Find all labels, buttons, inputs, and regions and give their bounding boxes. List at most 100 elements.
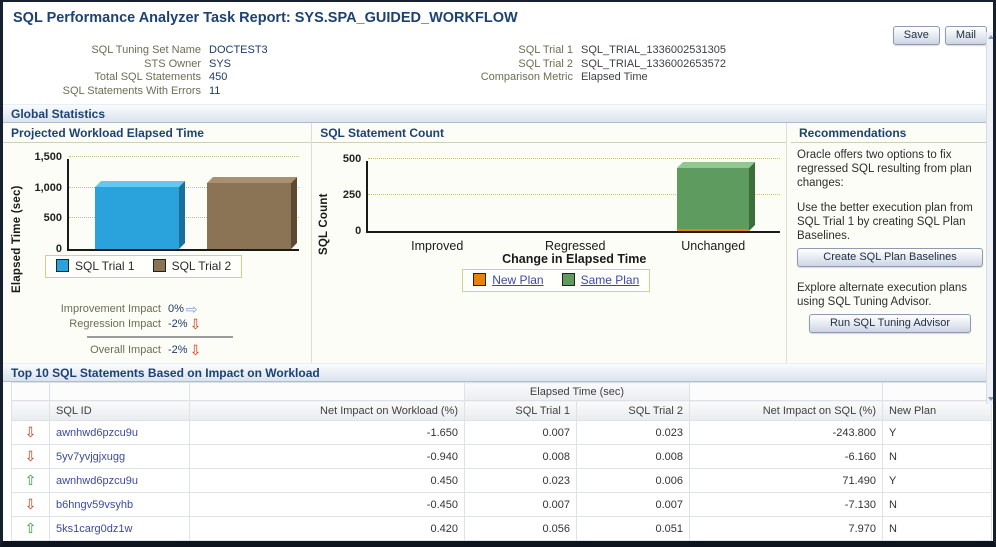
group-header-spacer [11,382,50,401]
recommendations-title: Recommendations [791,123,989,143]
new-plan-cell-container: Y [882,468,992,493]
improvement-impact-label: Improvement Impact [60,302,161,315]
elapsed-time-group-header: Elapsed Time (sec) [464,382,690,401]
net-impact-workload-cell-container: -0.940 [189,444,465,469]
trend-down-icon: ⇩ [24,424,37,440]
sql-id-link[interactable]: 5yv7yvjgjxugg [56,451,125,463]
bar-unchanged [677,161,756,231]
table-row: ⇩ b6hngv59vsyhb -0.450 0.007 0.007 -7.130 N [11,492,992,517]
sql-id-link[interactable]: b6hngv59vsyhb [56,499,133,511]
trial1-elapsed-cell-container: 0.056 [464,516,577,541]
overall-impact-value: -2% [168,343,188,356]
new-plan-column-header[interactable]: New Plan [882,400,992,421]
impact-divider [87,336,233,338]
net-impact-workload-cell-container: 0.450 [189,468,465,493]
bar-sql-trial-1 [95,181,185,249]
legend-item: New Plan [473,273,544,287]
sql-id-column-header[interactable]: SQL ID [49,400,190,421]
trial2-elapsed-cell-container: 0.006 [576,468,690,493]
net-impact-workload-cell: -0.450 [426,498,458,511]
sql-id-link[interactable]: awnhwd6pzcu9u [56,475,138,487]
trial2-elapsed-cell: 0.023 [655,426,683,439]
legend-label[interactable]: New Plan [492,273,543,287]
net-impact-sql-cell: -6.160 [844,450,876,463]
recommendations-paragraph-2: Use the better execution plan from SQL T… [797,202,973,242]
trend-up-icon-container: ⇧ [11,468,50,493]
summary-field-row: SQL Trial 2 SQL_TRIAL_1336002653572 [465,58,945,72]
legend-label[interactable]: Same Plan [581,273,640,287]
vertical-scrollbar[interactable] [986,32,993,404]
y-tick-label: 0 [55,243,62,255]
new-plan-cell-container: N [882,516,992,541]
report-page: SQL Performance Analyzer Task Report: SY… [0,0,996,547]
new-plan-cell: N [889,498,897,511]
trend-down-icon-container: ⇩ [11,492,50,517]
net-impact-sql-column-header[interactable]: Net Impact on SQL (%) [689,400,883,421]
net-impact-workload-column-header[interactable]: Net Impact on Workload (%) [189,400,465,421]
net-impact-sql-cell: 71.490 [842,474,876,487]
new-plan-cell-container: Y [882,420,992,445]
impact-summary: Improvement Impact 0% ⇨ Regression Impac… [3,301,311,357]
bar-side-face [291,177,297,249]
trend-down-icon: ⇩ [24,448,37,464]
regression-impact-arrow-icon: ⇩ [189,315,202,332]
new-plan-cell-container: N [882,444,992,469]
top-sql-title: Top 10 SQL Statements Based on Impact on… [11,366,320,380]
net-impact-sql-cell-container: 7.970 [689,516,883,541]
trial1-elapsed-cell: 0.056 [542,522,570,535]
trial1-elapsed-cell-container: 0.007 [464,492,577,517]
trial2-elapsed-cell: 0.006 [655,474,683,487]
improvement-impact-arrow-icon: ⇨ [185,300,198,317]
trend-column-header [11,400,50,421]
regression-impact-value: -2% [168,317,188,330]
sql-statement-count-panel: SQL Statement Count SQL Count 0 250 500 Imp… [312,123,787,363]
bar-sql-trial-2 [207,177,297,249]
trial1-elapsed-cell-container: 0.007 [464,420,577,445]
run-sql-tuning-advisor-button[interactable]: Run SQL Tuning Advisor [809,314,971,333]
overall-impact-row: Overall Impact -2% ⇩ [3,342,311,357]
create-sql-plan-baselines-button[interactable]: Create SQL Plan Baselines [797,248,983,267]
legend-label: SQL Trial 1 [75,259,135,273]
trial1-elapsed-cell: 0.008 [542,450,570,463]
new-plan-cell-container: N [882,492,992,517]
scroll-up-icon[interactable] [988,35,993,39]
net-impact-workload-cell: 0.450 [430,474,458,487]
field-label: SQL Trial 1 [518,44,573,56]
summary-field-row: SQL Tuning Set Name DOCTEST3 [3,44,465,58]
improvement-impact-row: Improvement Impact 0% ⇨ [3,301,311,316]
field-value: 11 [209,84,221,97]
bar-segment [677,229,750,231]
sql-id-link[interactable]: 5ks1carg0dz1w [56,523,132,535]
table-row: ⇩ 5yv7yvjgjxugg -0.940 0.008 0.008 -6.160 N [11,444,992,469]
legend-item: Same Plan [561,273,640,287]
y-tick-label: 500 [43,212,62,225]
mail-button[interactable]: Mail [944,26,987,45]
global-statistics-title: Global Statistics [11,107,106,121]
trial2-column-header[interactable]: SQL Trial 2 [576,400,690,421]
trial1-column-header[interactable]: SQL Trial 1 [464,400,577,421]
field-value: Elapsed Time [581,71,648,83]
chart2-title: SQL Statement Count [312,123,786,143]
trial2-elapsed-cell-container: 0.008 [576,444,690,469]
scroll-down-icon[interactable] [988,397,993,401]
field-value: DOCTEST3 [209,44,268,56]
top-sql-header: Top 10 SQL Statements Based on Impact on… [3,363,993,382]
bar-side-face [179,181,185,249]
net-impact-sql-cell: -243.800 [832,426,876,439]
field-value: SYS [209,57,232,70]
field-value: SQL_TRIAL_1336002653572 [581,57,726,70]
field-value: SQL_TRIAL_1336002531305 [581,44,726,56]
trend-down-icon-container: ⇩ [11,420,50,445]
field-label: Comparison Metric [480,71,573,83]
field-value: 450 [209,71,228,83]
trial2-elapsed-cell-container: 0.023 [576,420,690,445]
trend-up-icon: ⇧ [24,472,37,488]
sql-id-link[interactable]: awnhwd6pzcu9u [56,427,138,439]
new-plan-cell: Y [889,426,897,439]
bar-top-face [95,181,185,188]
sql-id-link-container: awnhwd6pzcu9u [49,420,190,445]
projected-workload-panel: Projected Workload Elapsed Time Elapsed … [3,123,313,363]
summary-field-row: Comparison Metric Elapsed Time [465,71,945,85]
save-button[interactable]: Save [892,26,940,45]
trial1-elapsed-cell: 0.023 [542,474,570,487]
